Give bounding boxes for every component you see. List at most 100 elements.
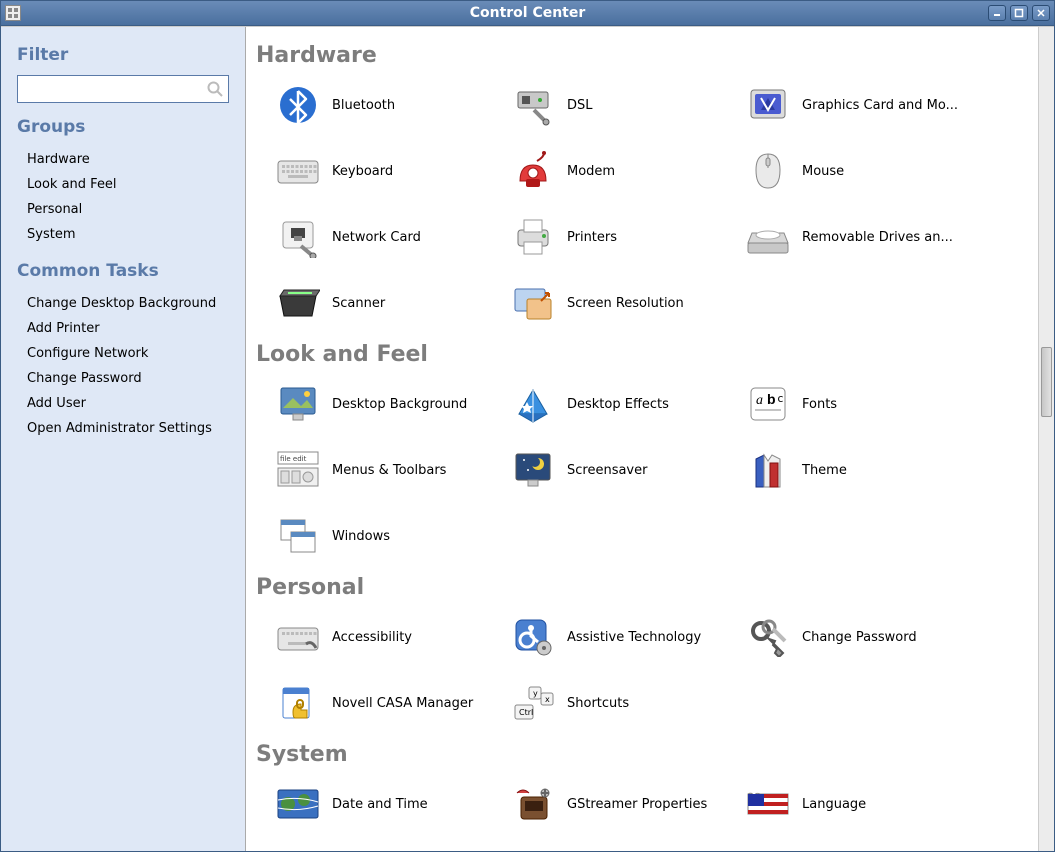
task-add-printer[interactable]: Add Printer (17, 316, 229, 341)
date-time-icon (276, 782, 320, 826)
menus-toolbars-icon: file edit (276, 448, 320, 492)
tile-mouse[interactable]: Mouse (746, 138, 981, 204)
tile-label: Theme (802, 463, 847, 478)
printers-icon (511, 215, 555, 259)
tile-novell-casa-manager[interactable]: Novell CASA Manager (276, 670, 511, 736)
modem-icon (511, 149, 555, 193)
tile-change-password[interactable]: Change Password (746, 604, 981, 670)
tile-label: Screensaver (567, 463, 647, 478)
change-password-icon (746, 615, 790, 659)
svg-text:c: c (777, 392, 784, 405)
section-grid: BluetoothDSL Graphics Card and Mo... Keybo… (256, 72, 1028, 336)
tile-label: Fonts (802, 397, 837, 412)
task-configure-network[interactable]: Configure Network (17, 341, 229, 366)
bluetooth-icon (276, 83, 320, 127)
groups-heading: Groups (17, 117, 229, 137)
tile-keyboard[interactable]: Keyboard (276, 138, 511, 204)
section-grid: Accessibility Assistive Technology Change … (256, 604, 1028, 736)
search-icon (206, 80, 224, 98)
tile-label: Scanner (332, 296, 385, 311)
svg-text:file edit: file edit (280, 455, 307, 463)
accessibility-icon (276, 615, 320, 659)
tile-dsl[interactable]: DSL (511, 72, 746, 138)
screensaver-icon (511, 448, 555, 492)
tile-theme[interactable]: Theme (746, 437, 981, 503)
sidebar: Filter Groups Hardware Look and Feel Per… (1, 27, 246, 851)
tile-label: Menus & Toolbars (332, 463, 446, 478)
tile-shortcuts[interactable]: yxCtrlShortcuts (511, 670, 746, 736)
fonts-icon: abc (746, 382, 790, 426)
tile-label: Language (802, 797, 866, 812)
svg-text:Ctrl: Ctrl (519, 708, 533, 717)
tile-label: Graphics Card and Mo... (802, 98, 958, 113)
task-change-password[interactable]: Change Password (17, 366, 229, 391)
section-grid: Desktop BackgroundDesktop Effectsabc Font… (256, 371, 1028, 569)
sidebar-group-lookandfeel[interactable]: Look and Feel (17, 172, 229, 197)
filter-input[interactable] (22, 82, 206, 97)
minimize-button[interactable] (988, 5, 1006, 21)
svg-text:y: y (533, 689, 538, 698)
task-change-desktop-background[interactable]: Change Desktop Background (17, 291, 229, 316)
filter-heading: Filter (17, 45, 229, 65)
tile-desktop-effects[interactable]: Desktop Effects (511, 371, 746, 437)
tile-gstreamer-properties[interactable]: GStreamer Properties (511, 771, 746, 837)
language-icon (746, 782, 790, 826)
tile-label: Printers (567, 230, 617, 245)
tile-bluetooth[interactable]: Bluetooth (276, 72, 511, 138)
theme-icon (746, 448, 790, 492)
tile-label: Accessibility (332, 630, 412, 645)
main-area: Filter Groups Hardware Look and Feel Per… (1, 26, 1054, 851)
tile-removable-drives-an[interactable]: Removable Drives an... (746, 204, 981, 270)
tile-scanner[interactable]: Scanner (276, 270, 511, 336)
tile-label: Change Password (802, 630, 917, 645)
task-open-admin-settings[interactable]: Open Administrator Settings (17, 416, 229, 441)
tile-assistive-technology[interactable]: Assistive Technology (511, 604, 746, 670)
section-title-look-and-feel: Look and Feel (256, 342, 1028, 367)
tile-label: Network Card (332, 230, 421, 245)
content-pane: Hardware BluetoothDSL Graphics Card and Mo… (246, 27, 1054, 851)
close-button[interactable] (1032, 5, 1050, 21)
tile-label: Windows (332, 529, 390, 544)
window-title: Control Center (1, 5, 1054, 21)
tile-network-card[interactable]: Network Card (276, 204, 511, 270)
sidebar-group-hardware[interactable]: Hardware (17, 147, 229, 172)
tile-modem[interactable]: Modem (511, 138, 746, 204)
filter-search-box[interactable] (17, 75, 229, 103)
tile-label: Screen Resolution (567, 296, 684, 311)
section-title-hardware: Hardware (256, 43, 1028, 68)
screen-resolution-icon (511, 281, 555, 325)
tile-label: Assistive Technology (567, 630, 701, 645)
tile-screensaver[interactable]: Screensaver (511, 437, 746, 503)
section-grid: Date and Time GStreamer Properties Languag… (256, 771, 1028, 837)
tile-printers[interactable]: Printers (511, 204, 746, 270)
tile-menus-toolbars[interactable]: file edit Menus & Toolbars (276, 437, 511, 503)
scrollbar-thumb[interactable] (1041, 347, 1052, 417)
tile-desktop-background[interactable]: Desktop Background (276, 371, 511, 437)
keyboard-icon (276, 149, 320, 193)
tile-label: GStreamer Properties (567, 797, 707, 812)
tile-fonts[interactable]: abc Fonts (746, 371, 981, 437)
task-add-user[interactable]: Add User (17, 391, 229, 416)
svg-text:x: x (545, 695, 550, 704)
tile-windows[interactable]: Windows (276, 503, 511, 569)
scanner-icon (276, 281, 320, 325)
windows-icon (276, 514, 320, 558)
tile-language[interactable]: Language (746, 771, 981, 837)
sidebar-group-system[interactable]: System (17, 222, 229, 247)
tile-screen-resolution[interactable]: Screen Resolution (511, 270, 746, 336)
tile-label: Novell CASA Manager (332, 696, 473, 711)
desktop-background-icon (276, 382, 320, 426)
section-title-system: System (256, 742, 1028, 767)
svg-text:a: a (756, 393, 763, 408)
maximize-button[interactable] (1010, 5, 1028, 21)
titlebar[interactable]: Control Center (1, 1, 1054, 26)
tile-accessibility[interactable]: Accessibility (276, 604, 511, 670)
control-center-window: Control Center Filter Groups Hardware Lo… (0, 0, 1055, 852)
content-scroll[interactable]: Hardware BluetoothDSL Graphics Card and Mo… (246, 27, 1038, 851)
shortcuts-icon: yx Ctrl (511, 681, 555, 725)
sidebar-group-personal[interactable]: Personal (17, 197, 229, 222)
assistive-tech-icon (511, 615, 555, 659)
tile-graphics-card-and-mo[interactable]: Graphics Card and Mo... (746, 72, 981, 138)
tile-date-and-time[interactable]: Date and Time (276, 771, 511, 837)
vertical-scrollbar[interactable] (1038, 27, 1054, 851)
